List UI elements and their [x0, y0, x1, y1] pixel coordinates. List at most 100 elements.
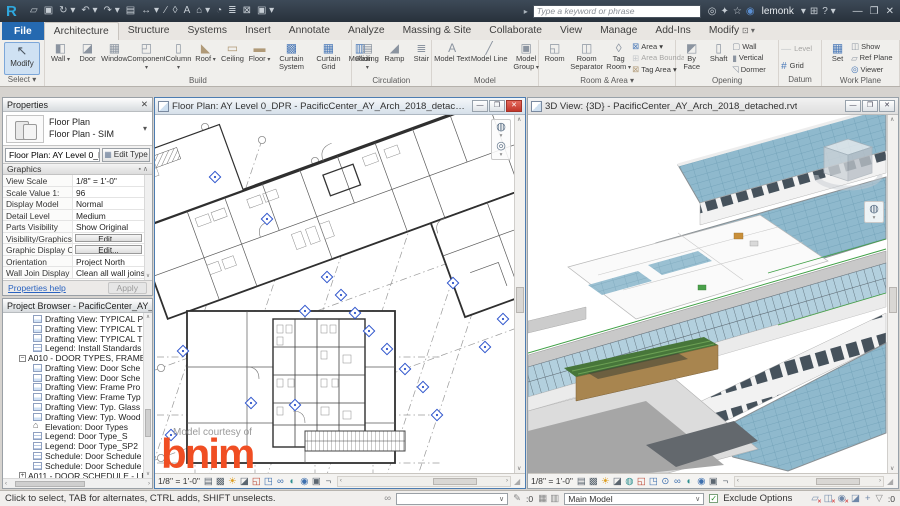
visual-style-icon[interactable]: ▩	[215, 475, 226, 488]
tree-item[interactable]: Drafting View: Door Sche	[3, 363, 152, 373]
sun-path-icon[interactable]: ☀	[600, 475, 611, 488]
tree-item[interactable]: Drafting View: Typ. Glass	[3, 402, 152, 412]
column-tool[interactable]: ▯ Column	[165, 41, 192, 76]
chevron-down-icon[interactable]: ▾	[143, 124, 149, 133]
tab-architecture[interactable]: Architecture	[43, 22, 119, 40]
tree-item[interactable]: Legend: Door Type_SP2	[3, 441, 152, 451]
resize-grip[interactable]: ◢	[514, 477, 522, 486]
minimize-icon[interactable]: —	[845, 100, 861, 112]
ribbon-panel-label[interactable]: Datum	[781, 75, 819, 86]
tree-item[interactable]: Legend: Door Type_S	[3, 432, 152, 441]
close-icon[interactable]: ✕	[141, 99, 148, 110]
redo-icon[interactable]: ↷ ▾	[101, 1, 123, 21]
property-row[interactable]: Display Model Normal	[3, 198, 152, 210]
property-row[interactable]: Orientation Project North	[3, 255, 152, 267]
model-line-tool[interactable]: ╱ Model Line	[471, 41, 508, 76]
tab-collaborate[interactable]: Collaborate	[480, 22, 551, 40]
show-crop-region-icon[interactable]: ◳	[648, 475, 659, 488]
worksets-icon[interactable]: ∞	[384, 493, 391, 504]
ribbon-panel-label[interactable]: Work Plane	[824, 76, 897, 86]
view-scale-button[interactable]: 1/8" = 1'-0"	[158, 476, 200, 486]
design-options-dialog-icon[interactable]: ▥	[550, 493, 559, 504]
print-icon[interactable]: ▤	[123, 1, 138, 21]
properties-scrollbar[interactable]: ∨	[144, 175, 152, 280]
three-d-vertical-scrollbar[interactable]: ∧ ∨	[887, 115, 898, 473]
edit-type-button[interactable]: ▦ Edit Type	[102, 147, 150, 162]
zoom-icon[interactable]: ◎	[496, 140, 506, 152]
steering-wheel-icon[interactable]: ◍	[496, 121, 506, 133]
vertical-opening-tool[interactable]: ▮ Vertical	[732, 53, 784, 65]
set-work-plane-tool[interactable]: ▦ Set	[824, 41, 851, 76]
level-tool[interactable]: — Level	[781, 41, 819, 58]
ramp-tool[interactable]: ◢ Ramp	[381, 41, 408, 76]
tab-annotate[interactable]: Annotate	[280, 22, 339, 40]
tab-systems[interactable]: Systems	[178, 22, 235, 40]
close-hidden-windows-icon[interactable]: ⊠	[240, 1, 254, 21]
revit-logo-icon[interactable]: R	[6, 3, 24, 20]
view-scale-button[interactable]: 1/8" = 1'-0"	[531, 476, 573, 486]
active-design-option-combo[interactable]: Main Model	[564, 492, 705, 505]
temporary-hide-isolate-icon[interactable]: ∞	[275, 475, 286, 488]
chevron-down-icon[interactable]: ▾	[500, 133, 503, 139]
worksharing-display-icon[interactable]: ▣	[311, 475, 322, 488]
show-work-plane-tool[interactable]: ◫ Show	[851, 41, 900, 53]
navigation-bar[interactable]: ◍ ▾ ◎ ▾	[491, 119, 511, 160]
temporary-hide-isolate-icon[interactable]: ∞	[672, 475, 683, 488]
exclude-options-checkbox[interactable]: ✓	[709, 494, 719, 503]
tree-horizontal-scrollbar[interactable]: ‹ ›	[3, 478, 152, 488]
tab-manage[interactable]: Manage	[591, 22, 646, 40]
properties-help-link[interactable]: Properties help	[8, 283, 66, 293]
close-icon[interactable]: ✕	[506, 100, 522, 112]
tag-by-category-icon[interactable]: ◊	[170, 1, 181, 21]
tab-analyze[interactable]: Analyze	[339, 22, 394, 40]
properties-header[interactable]: Properties ✕	[3, 98, 152, 112]
tag-room-tool[interactable]: ◊ Tag Room	[605, 41, 632, 76]
sync-with-central-icon[interactable]: ↻ ▾	[56, 1, 78, 21]
detail-level-icon[interactable]: ▤	[203, 475, 214, 488]
tab-insert[interactable]: Insert	[236, 22, 280, 40]
property-row[interactable]: Wall Join Display Clean all wall joins	[3, 267, 152, 279]
floor-plan-horizontal-scrollbar[interactable]: ‹ ›	[336, 475, 511, 487]
reveal-hidden-elements-icon[interactable]: ◐	[287, 475, 298, 488]
subscription-center-icon[interactable]: ✦	[719, 6, 731, 17]
tree-item[interactable]: Drafting View: Frame Pro	[3, 383, 152, 392]
ribbon-panel-label[interactable]: Room & Area ▾	[541, 76, 673, 86]
floor-plan-window-titlebar[interactable]: Floor Plan: AY Level 0_DPR - PacificCent…	[155, 98, 525, 115]
help-icon[interactable]: ? ▾	[820, 6, 837, 17]
open-file-icon[interactable]: ▱	[27, 1, 41, 21]
editing-requests-icon[interactable]: ✎	[513, 493, 521, 504]
property-row[interactable]: Graphic Display O... Edit...	[3, 244, 152, 256]
measure-icon[interactable]: ↔ ▾	[138, 1, 162, 21]
save-icon[interactable]: ▣	[41, 1, 56, 21]
ribbon-panel-label[interactable]: Model	[434, 76, 536, 86]
tree-item[interactable]: Drafting View: Frame Typ	[3, 392, 152, 402]
tree-item[interactable]: Elevation: Door Types	[3, 422, 152, 432]
curtain-system-tool[interactable]: ▩ Curtain System	[273, 41, 310, 76]
shaft-tool[interactable]: ▯ Shaft	[705, 41, 732, 76]
property-row[interactable]: Parts Visibility Show Original	[3, 221, 152, 233]
tree-item[interactable]: Drafting View: Typ. Wood	[3, 412, 152, 422]
temporary-view-properties-icon[interactable]: ◉	[696, 475, 707, 488]
chevron-down-icon[interactable]: ▾	[500, 152, 503, 158]
app-store-icon[interactable]: ⊞	[808, 6, 820, 17]
project-browser-header[interactable]: Project Browser - PacificCenter_AY_Arch_…	[3, 299, 152, 313]
reveal-hidden-elements-icon[interactable]: ◐	[684, 475, 695, 488]
tree-item[interactable]: Drafting View: TYPICAL TI	[3, 324, 152, 334]
tree-item[interactable]: Drafting View: Door Sche	[3, 373, 152, 383]
tree-item[interactable]: − A010 - DOOR TYPES, FRAMES &	[3, 353, 152, 363]
roof-tool[interactable]: ◣ Roof	[192, 41, 219, 76]
worksharing-display-icon[interactable]: ▣	[708, 475, 719, 488]
close-icon[interactable]: ✕	[879, 100, 895, 112]
temporary-view-properties-icon[interactable]: ◉	[299, 475, 310, 488]
ribbon-panel-label[interactable]: Circulation	[354, 76, 429, 86]
property-row[interactable]: Scale Value 1: 96	[3, 186, 152, 198]
ceiling-tool[interactable]: ▭ Ceiling	[219, 41, 246, 76]
room-separator-tool[interactable]: ◫ Room Separator	[568, 41, 605, 76]
ribbon-panel-label[interactable]: Build	[47, 76, 349, 86]
tree-item[interactable]: + A011 - DOOR SCHEDULE - LEVE	[3, 471, 152, 478]
tree-expander-icon[interactable]: −	[19, 354, 26, 362]
reveal-constraints-icon[interactable]: ¬	[323, 475, 334, 488]
render-icon[interactable]: ◍	[624, 475, 635, 488]
grid-tool[interactable]: # Grid	[781, 58, 819, 75]
aligned-dimension-icon[interactable]: ∕	[162, 1, 170, 21]
